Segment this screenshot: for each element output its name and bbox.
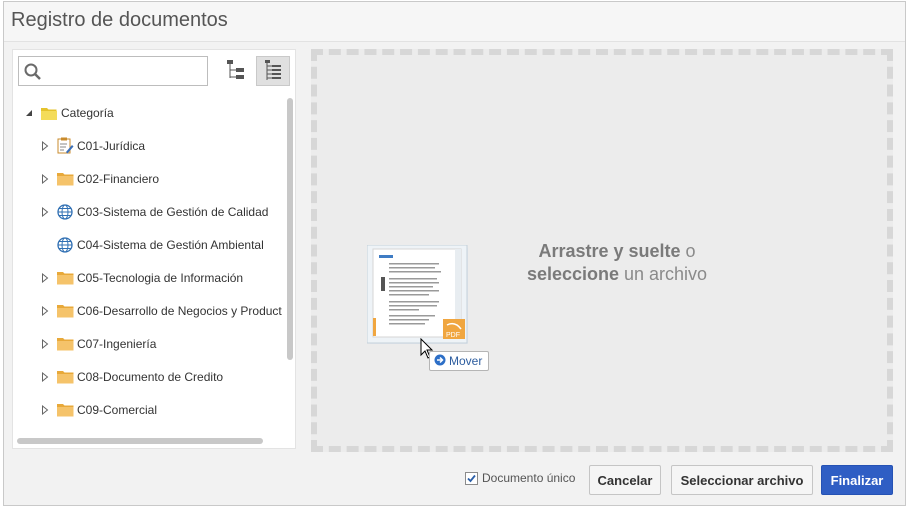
- expand-tree-button[interactable]: [256, 56, 290, 86]
- folder-icon: [57, 303, 75, 319]
- select-file-button[interactable]: Seleccionar archivo: [671, 465, 813, 495]
- tree-node[interactable]: C08-Documento de Credito: [13, 360, 288, 393]
- drop-instruction-text-2: un archivo: [619, 264, 708, 284]
- expand-arrow-icon[interactable]: [39, 173, 51, 185]
- tree-node[interactable]: C02-Financiero: [13, 162, 288, 195]
- tree-node-label: C04-Sistema de Gestión Ambiental: [77, 237, 264, 252]
- tree-node[interactable]: C03-Sistema de Gestión de Calidad: [13, 195, 288, 228]
- svg-text:PDF: PDF: [446, 332, 460, 339]
- dragged-document-thumbnail: PDF: [366, 244, 469, 345]
- collapse-tree-button[interactable]: [219, 56, 253, 86]
- tree-node-label: C06-Desarrollo de Negocios y Product: [77, 303, 282, 318]
- expand-arrow-icon[interactable]: [39, 206, 51, 218]
- single-document-checkbox[interactable]: [465, 471, 478, 485]
- tree-node-label: C05-Tecnologia de Información: [77, 270, 244, 285]
- file-drop-zone[interactable]: PDF Mover Arrastre y suelte o seleccione…: [311, 49, 893, 452]
- tree-node[interactable]: C07-Ingeniería: [13, 327, 288, 360]
- folder-icon: [57, 369, 75, 385]
- folder-icon: [57, 402, 75, 418]
- tree-vertical-scrollbar[interactable]: [287, 98, 293, 360]
- category-tree: Categoría C01-Jurídica C02-Financiero C03-…: [13, 96, 288, 426]
- tree-node-label: C08-Documento de Credito: [77, 369, 224, 384]
- drag-move-label: Mover: [449, 354, 483, 368]
- cancel-button[interactable]: Cancelar: [589, 465, 661, 495]
- tree-node[interactable]: C01-Jurídica: [13, 129, 288, 162]
- folder-icon: [57, 270, 75, 286]
- finish-button[interactable]: Finalizar: [821, 465, 893, 495]
- search-icon: [24, 63, 42, 84]
- category-tree-panel: Categoría C01-Jurídica C02-Financiero C03-…: [12, 49, 296, 449]
- tree-node[interactable]: C06-Desarrollo de Negocios y Product: [13, 294, 288, 327]
- tree-node-label: C09-Comercial: [77, 402, 158, 417]
- collapse-arrow-icon[interactable]: [23, 107, 35, 119]
- checkmark-icon: [467, 474, 476, 482]
- drag-move-tooltip: Mover: [429, 351, 490, 371]
- tree-search-box[interactable]: [18, 56, 208, 86]
- globe-icon: [57, 236, 75, 253]
- move-arrow-icon: [434, 354, 446, 369]
- expand-arrow-icon[interactable]: [39, 404, 51, 416]
- tree-node-label: C02-Financiero: [77, 171, 160, 186]
- tree-node[interactable]: C04-Sistema de Gestión Ambiental: [13, 228, 288, 261]
- globe-icon: [57, 203, 75, 220]
- drop-instruction-text-1: o: [680, 241, 696, 261]
- drop-instruction-bold-1: Arrastre y suelte: [538, 241, 681, 261]
- dialog-title: Registro de documentos: [11, 9, 228, 31]
- tree-node[interactable]: C09-Comercial: [13, 393, 288, 426]
- expand-arrow-icon[interactable]: [39, 338, 51, 350]
- tree-node-label: C03-Sistema de Gestión de Calidad: [77, 204, 269, 219]
- tree-node[interactable]: C05-Tecnologia de Información: [13, 261, 288, 294]
- tree-search-input[interactable]: [45, 60, 203, 82]
- folder-icon: [57, 336, 75, 352]
- folder-icon: [57, 171, 75, 187]
- single-document-label: Documento único: [482, 471, 576, 485]
- tree-expanded-icon: [263, 59, 283, 84]
- pdf-document-icon: PDF: [443, 319, 465, 339]
- document-edit-icon: [57, 137, 75, 154]
- expand-arrow-icon[interactable]: [39, 272, 51, 284]
- expand-arrow-icon[interactable]: [39, 140, 51, 152]
- tree-horizontal-scrollbar[interactable]: [17, 438, 263, 444]
- tree-node-label: C07-Ingeniería: [77, 336, 157, 351]
- select-file-link[interactable]: seleccione: [527, 264, 619, 284]
- folder-open-icon: [41, 105, 59, 121]
- tree-root-categoria[interactable]: Categoría: [13, 96, 288, 129]
- expand-arrow-icon[interactable]: [39, 371, 51, 383]
- tree-node-label: C01-Jurídica: [77, 138, 146, 153]
- tree-node-label: Categoría: [61, 105, 114, 120]
- drop-zone-instructions: Arrastre y suelte o seleccione un archiv…: [502, 240, 732, 286]
- expand-arrow-icon[interactable]: [39, 305, 51, 317]
- single-document-option[interactable]: Documento único: [465, 471, 575, 485]
- dialog-titlebar: Registro de documentos: [4, 2, 905, 42]
- tree-collapsed-icon: [226, 59, 246, 84]
